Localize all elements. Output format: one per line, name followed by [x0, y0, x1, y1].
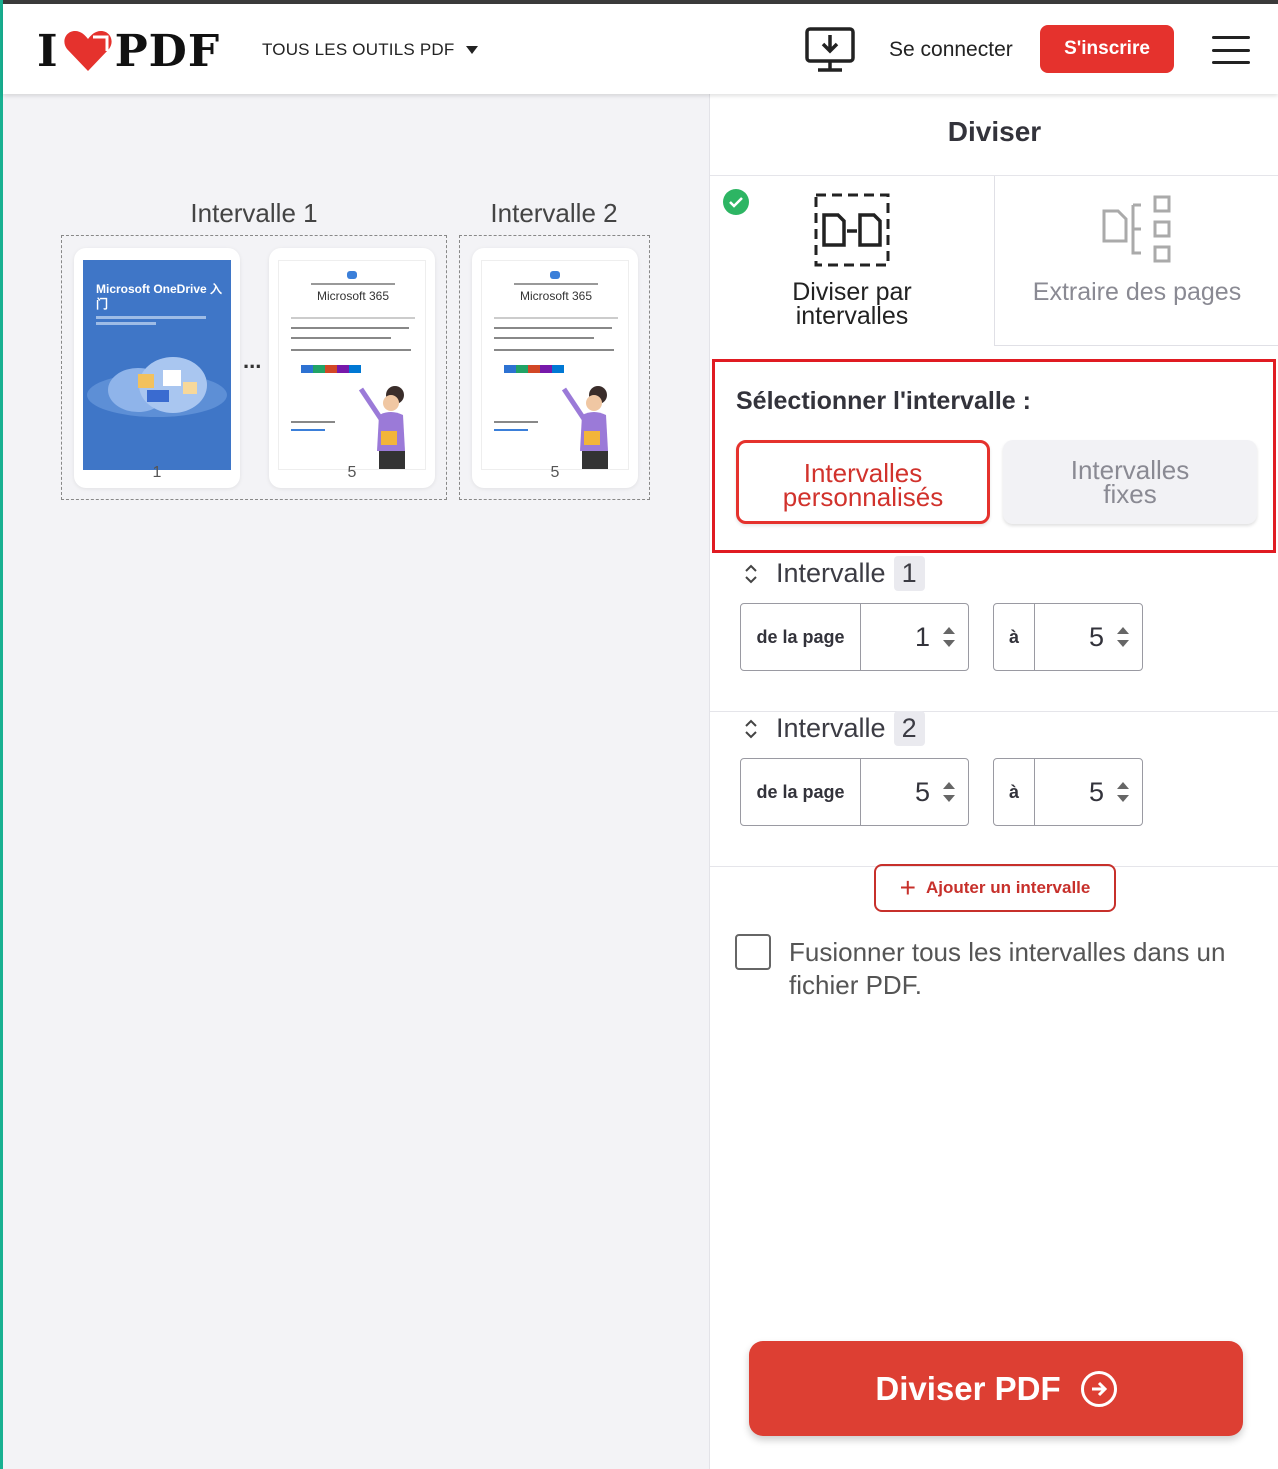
custom-ranges-button[interactable]: Intervalles personnalisés	[736, 440, 990, 524]
caret-down-icon	[466, 46, 479, 54]
from-page-label: de la page	[741, 759, 861, 825]
pages-ellipsis: ...	[243, 348, 262, 373]
to-page-label: à	[994, 604, 1035, 670]
range-2-label: Intervalle 2	[490, 198, 618, 228]
range-type-title: Sélectionner l'intervalle :	[736, 387, 1031, 415]
tab-split-by-range[interactable]: Diviser par intervalles	[710, 176, 994, 346]
custom-ranges-line2: personnalisés	[782, 482, 944, 512]
all-tools-dropdown[interactable]: TOUS LES OUTILS PDF	[262, 40, 479, 60]
range-2-index: 2	[893, 711, 925, 746]
page-number: 5	[347, 464, 357, 481]
range-1-label: Intervalle 1	[190, 198, 318, 228]
from-page-label: de la page	[741, 604, 861, 670]
add-range-button[interactable]: + Ajouter un intervalle	[874, 864, 1116, 912]
range-1-title: Intervalle	[776, 558, 886, 588]
page-thumbnail[interactable]: Microsoft OneDrive 入门 1	[74, 248, 240, 488]
page-thumbnail[interactable]: Microsoft 365 5	[269, 248, 435, 488]
arrow-right-circle-icon	[1080, 1370, 1117, 1407]
number-stepper-icon[interactable]	[942, 782, 956, 802]
range-2-from-field[interactable]: de la page 5	[740, 758, 969, 826]
range-1-to-field[interactable]: à 5	[993, 603, 1143, 671]
logo-letter: I	[37, 25, 59, 77]
preview-workspace: Intervalle 1 Intervalle 2 Microsoft OneD…	[3, 94, 709, 1469]
tab-split-label-line1: Diviser par	[792, 278, 912, 306]
heart-icon	[63, 31, 112, 71]
range-1-from-field[interactable]: de la page 1	[740, 603, 969, 671]
pdf-content-page: Microsoft 365	[278, 260, 426, 470]
number-stepper-icon[interactable]	[1116, 627, 1130, 647]
split-options-panel: Diviser Diviser par intervalles Extraire…	[709, 94, 1278, 1469]
range-2-group: Microsoft 365 5	[459, 235, 650, 500]
signup-button[interactable]: S'inscrire	[1040, 25, 1174, 73]
fixed-ranges-button[interactable]: Intervalles fixes	[1003, 440, 1257, 524]
panel-title: Diviser	[947, 116, 1042, 147]
range-2-to-field[interactable]: à 5	[993, 758, 1143, 826]
page-number: 1	[152, 464, 162, 481]
split-mode-tabs: Diviser par intervalles Extraire des pag…	[710, 175, 1278, 346]
range-1-group: Microsoft OneDrive 入门 1 ... Microsoft 36…	[61, 235, 447, 500]
range-2-from-value[interactable]: 5	[915, 777, 930, 808]
desktop-download-icon[interactable]	[804, 26, 856, 74]
number-stepper-icon[interactable]	[1116, 782, 1130, 802]
range-2-title: Intervalle	[776, 713, 886, 743]
pdf-content-page: Microsoft 365	[481, 260, 629, 470]
cloud-illustration	[87, 357, 227, 417]
range-type-section: Sélectionner l'intervalle : Intervalles …	[712, 359, 1276, 553]
cover-title: Microsoft OneDrive 入门	[96, 282, 223, 311]
range-1-editor: Intervalle 1 de la page 1 à 5	[710, 556, 1278, 712]
checkmark-icon	[723, 189, 749, 215]
sort-arrows-icon[interactable]	[740, 716, 762, 742]
plus-icon: +	[899, 872, 916, 903]
extract-pages-icon	[1102, 195, 1171, 263]
number-stepper-icon[interactable]	[942, 627, 956, 647]
merge-ranges-label[interactable]: Fusionner tous les intervalles dans un f…	[789, 936, 1259, 1002]
merge-ranges-checkbox[interactable]	[735, 934, 771, 970]
page-title: Microsoft 365	[519, 289, 593, 303]
tab-extract-pages[interactable]: Extraire des pages	[994, 176, 1278, 346]
top-header: I PDF TOUS LES OUTILS PDF Se connecter S…	[3, 4, 1278, 94]
range-1-header: Intervalle 1	[740, 556, 925, 591]
tab-extract-label: Extraire des pages	[1032, 278, 1242, 306]
ilovepdf-logo[interactable]: I PDF	[37, 25, 221, 77]
page-title: Microsoft 365	[316, 289, 390, 303]
split-pdf-label: Diviser PDF	[875, 1369, 1061, 1407]
fixed-ranges-line2: fixes	[1103, 479, 1157, 509]
hamburger-menu-icon[interactable]	[1212, 36, 1250, 64]
tab-split-label-line2: intervalles	[795, 302, 909, 330]
teacher-illustration	[561, 386, 608, 469]
pdf-cover-page: Microsoft OneDrive 入门	[83, 260, 231, 470]
login-link[interactable]: Se connecter	[889, 38, 1013, 62]
teacher-illustration	[358, 386, 405, 469]
add-range-label: Ajouter un intervalle	[925, 878, 1091, 897]
sort-arrows-icon[interactable]	[740, 561, 762, 587]
all-tools-label: TOUS LES OUTILS PDF	[262, 40, 455, 59]
split-pdf-button[interactable]: Diviser PDF	[749, 1341, 1243, 1436]
range-1-from-value[interactable]: 1	[915, 622, 930, 653]
range-2-to-value[interactable]: 5	[1089, 777, 1104, 808]
page-thumbnail[interactable]: Microsoft 365 5	[472, 248, 638, 488]
to-page-label: à	[994, 759, 1035, 825]
range-2-header: Intervalle 2	[740, 711, 925, 746]
range-1-to-value[interactable]: 5	[1089, 622, 1104, 653]
range-2-editor: Intervalle 2 de la page 5 à 5	[710, 711, 1278, 867]
page-number: 5	[550, 464, 560, 481]
split-ranges-icon	[814, 193, 890, 267]
range-1-index: 1	[893, 556, 925, 591]
logo-word: PDF	[114, 25, 221, 77]
